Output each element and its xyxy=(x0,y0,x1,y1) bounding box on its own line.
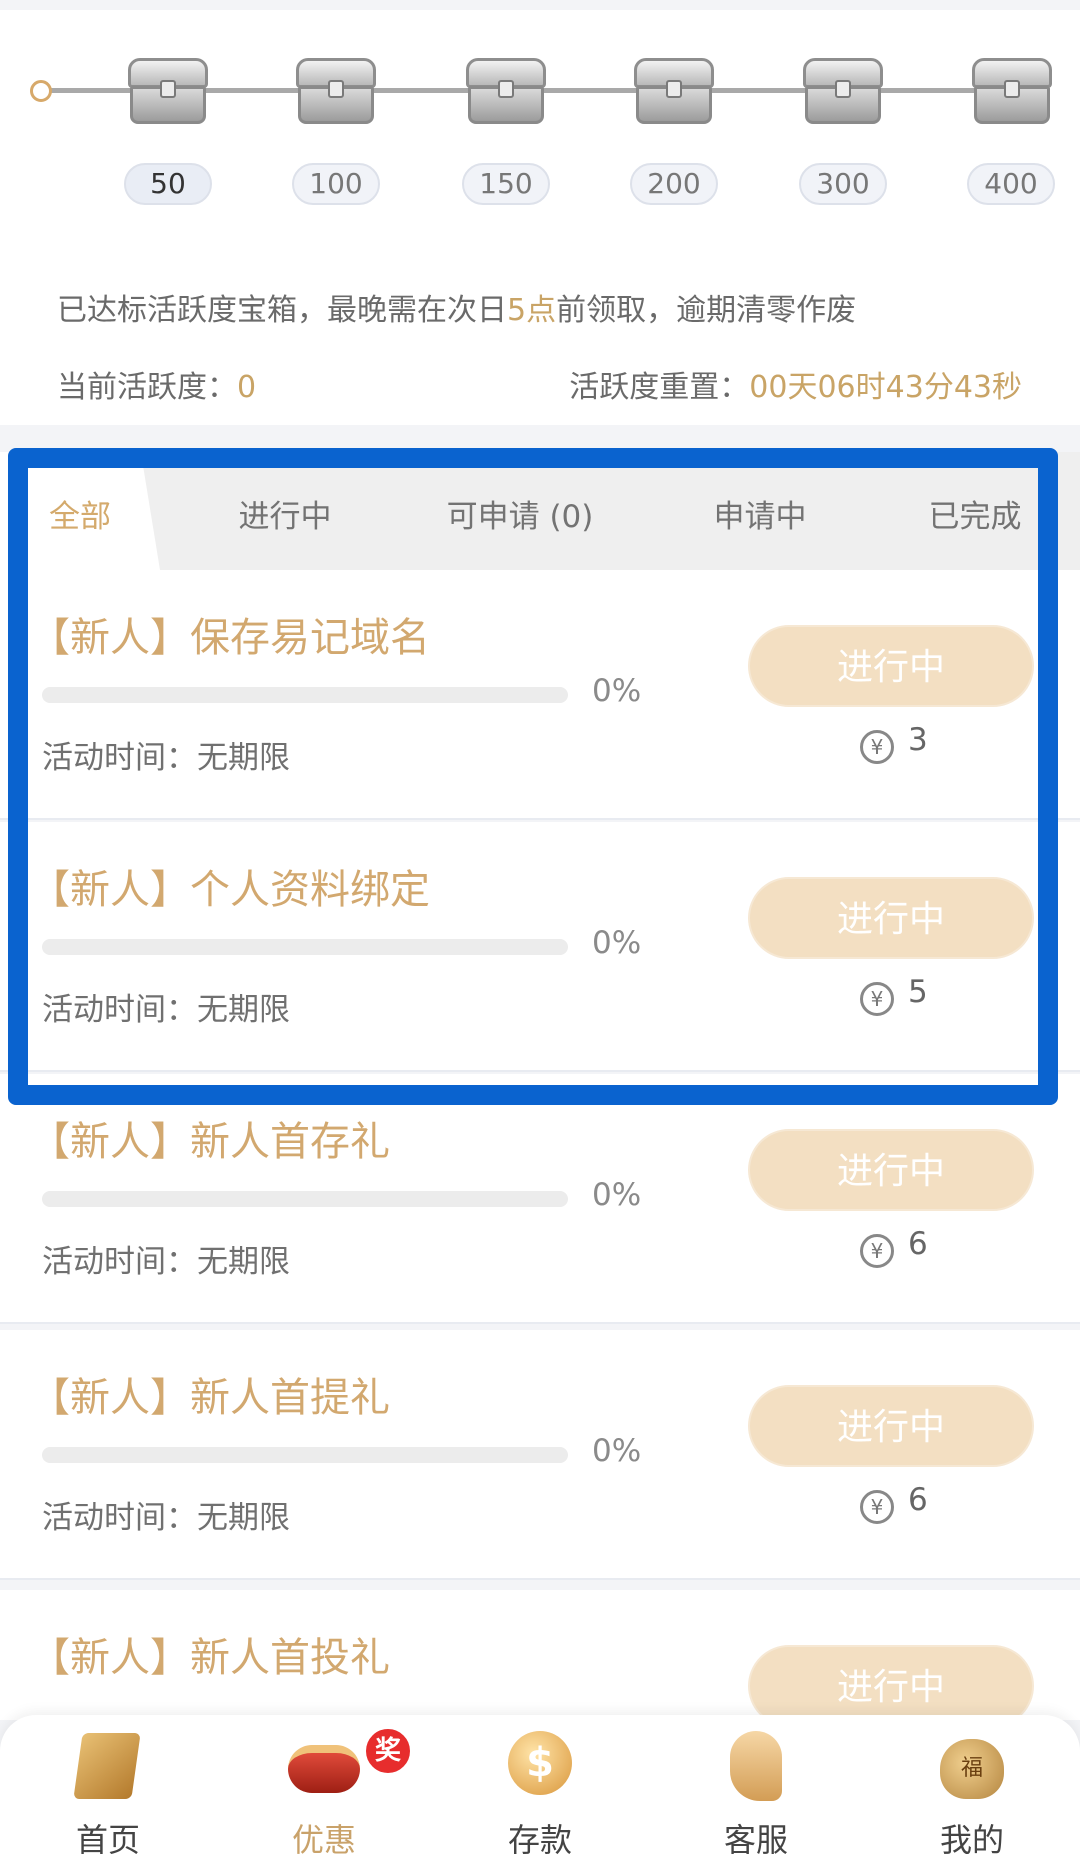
task-progress-text: 0% xyxy=(592,1177,642,1213)
milestone-label: 100 xyxy=(292,163,380,205)
task-progress-text: 0% xyxy=(592,673,642,709)
treasure-chest-icon[interactable] xyxy=(803,58,883,126)
home-card-icon xyxy=(70,1727,146,1803)
milestone-label: 400 xyxy=(967,163,1055,205)
task-time: 活动时间：无期限 xyxy=(42,992,290,1028)
tab-in-progress[interactable]: 进行中 xyxy=(190,452,380,570)
task-progress-text: 0% xyxy=(592,925,642,961)
treasure-chest-icon[interactable] xyxy=(128,58,208,126)
task-title: 【新人】个人资料绑定 xyxy=(30,867,430,913)
task-progress-text: 0% xyxy=(592,1433,642,1469)
task-status-button[interactable]: 进行中 xyxy=(748,1385,1034,1467)
milestone-label: 50 xyxy=(124,163,212,205)
nav-profile[interactable]: 福 我的 xyxy=(864,1715,1080,1868)
yen-coin-icon: ¥ xyxy=(860,1234,894,1268)
tab-all[interactable]: 全部 xyxy=(0,452,160,570)
task-reward: ¥5 xyxy=(860,974,928,1016)
tab-applicable[interactable]: 可申请 (0) xyxy=(420,452,620,570)
treasure-chest-icon[interactable] xyxy=(972,58,1052,126)
activity-card: 50 100 150 200 300 400 已达标活跃度宝箱，最晚需在次日5点… xyxy=(0,10,1080,425)
task-progress-bar xyxy=(42,939,568,955)
yen-coin-icon: ¥ xyxy=(860,730,894,764)
treasure-chest-icon[interactable] xyxy=(296,58,376,126)
nav-deposit[interactable]: $ 存款 xyxy=(432,1715,648,1868)
drum-icon xyxy=(286,1727,362,1803)
tab-applying[interactable]: 申请中 xyxy=(670,452,850,570)
activity-reset-countdown: 活跃度重置：00天06时43分43秒 xyxy=(569,370,1022,405)
task-item: 【新人】个人资料绑定 0% 活动时间：无期限 进行中 ¥5 xyxy=(0,822,1080,1072)
nav-label: 存款 xyxy=(507,1821,572,1859)
task-status-button[interactable]: 进行中 xyxy=(748,1129,1034,1211)
milestone-label: 200 xyxy=(630,163,718,205)
nav-home[interactable]: 首页 xyxy=(0,1715,216,1868)
nav-label: 客服 xyxy=(723,1821,788,1859)
task-status-button[interactable]: 进行中 xyxy=(748,877,1034,959)
task-time: 活动时间：无期限 xyxy=(42,740,290,776)
task-reward: ¥6 xyxy=(860,1226,928,1268)
task-title: 【新人】新人首提礼 xyxy=(30,1375,390,1421)
treasure-chest-icon[interactable] xyxy=(466,58,546,126)
task-progress-bar xyxy=(42,1191,568,1207)
task-progress-bar xyxy=(42,1447,568,1463)
task-item: 【新人】新人首投礼 进行中 xyxy=(0,1590,1080,1727)
milestone-label: 300 xyxy=(799,163,887,205)
tab-completed[interactable]: 已完成 xyxy=(890,452,1060,570)
milestone-label: 150 xyxy=(462,163,550,205)
reward-badge: 奖 xyxy=(364,1727,412,1775)
task-item: 【新人】新人首提礼 0% 活动时间：无期限 进行中 ¥6 xyxy=(0,1330,1080,1580)
deadline-notice: 已达标活跃度宝箱，最晚需在次日5点前领取，逾期清零作废 xyxy=(57,293,857,328)
treasure-chest-icon[interactable] xyxy=(634,58,714,126)
bottom-nav: 首页 奖 优惠 $ 存款 客服 福 我的 xyxy=(0,1715,1080,1868)
task-reward: ¥6 xyxy=(860,1482,928,1524)
task-time: 活动时间：无期限 xyxy=(42,1500,290,1536)
task-status-button[interactable]: 进行中 xyxy=(748,625,1034,707)
current-activity: 当前活跃度：0 xyxy=(57,370,257,405)
yen-coin-icon: ¥ xyxy=(860,1490,894,1524)
lucky-bag-icon: 福 xyxy=(934,1727,1010,1803)
task-reward: ¥3 xyxy=(860,722,928,764)
task-title: 【新人】保存易记域名 xyxy=(30,615,430,661)
task-title: 【新人】新人首存礼 xyxy=(30,1119,390,1165)
nav-label: 优惠 xyxy=(291,1821,356,1859)
nav-label: 首页 xyxy=(75,1821,140,1859)
task-item: 【新人】保存易记域名 0% 活动时间：无期限 进行中 ¥3 xyxy=(0,570,1080,820)
task-tabs: 全部 进行中 可申请 (0) 申请中 已完成 xyxy=(0,452,1080,570)
task-item: 【新人】新人首存礼 0% 活动时间：无期限 进行中 ¥6 xyxy=(0,1074,1080,1324)
koi-fish-icon xyxy=(718,1727,794,1803)
yen-coin-icon: ¥ xyxy=(860,982,894,1016)
task-title: 【新人】新人首投礼 xyxy=(30,1635,390,1681)
track-start-dot xyxy=(30,80,52,102)
coin-icon: $ xyxy=(502,1727,578,1803)
task-progress-bar xyxy=(42,687,568,703)
nav-label: 我的 xyxy=(939,1821,1004,1859)
nav-support[interactable]: 客服 xyxy=(648,1715,864,1868)
task-time: 活动时间：无期限 xyxy=(42,1244,290,1280)
nav-promotions[interactable]: 奖 优惠 xyxy=(216,1715,432,1868)
